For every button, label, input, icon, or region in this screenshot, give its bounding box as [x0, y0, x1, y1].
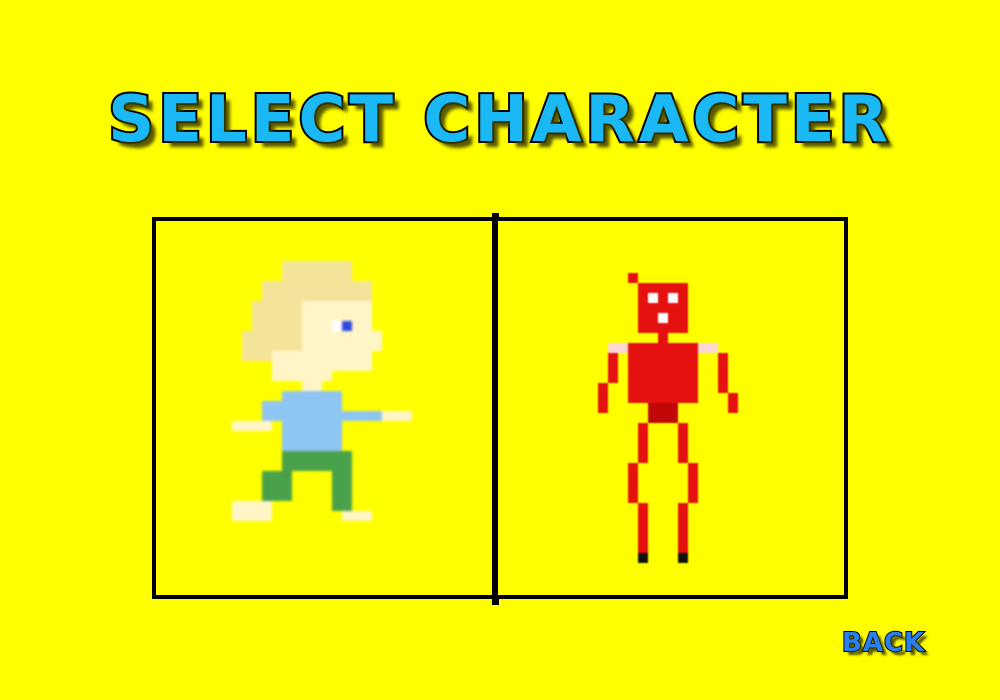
- blonde-boy-sprite: [232, 261, 412, 521]
- character-slot-boy[interactable]: [152, 217, 498, 599]
- character-select-panels: [152, 213, 848, 605]
- character-slot-robot[interactable]: [494, 217, 848, 599]
- red-robot-sprite: [598, 273, 738, 563]
- back-button[interactable]: BACK: [841, 627, 925, 659]
- title: SELECT CHARACTER: [106, 83, 892, 157]
